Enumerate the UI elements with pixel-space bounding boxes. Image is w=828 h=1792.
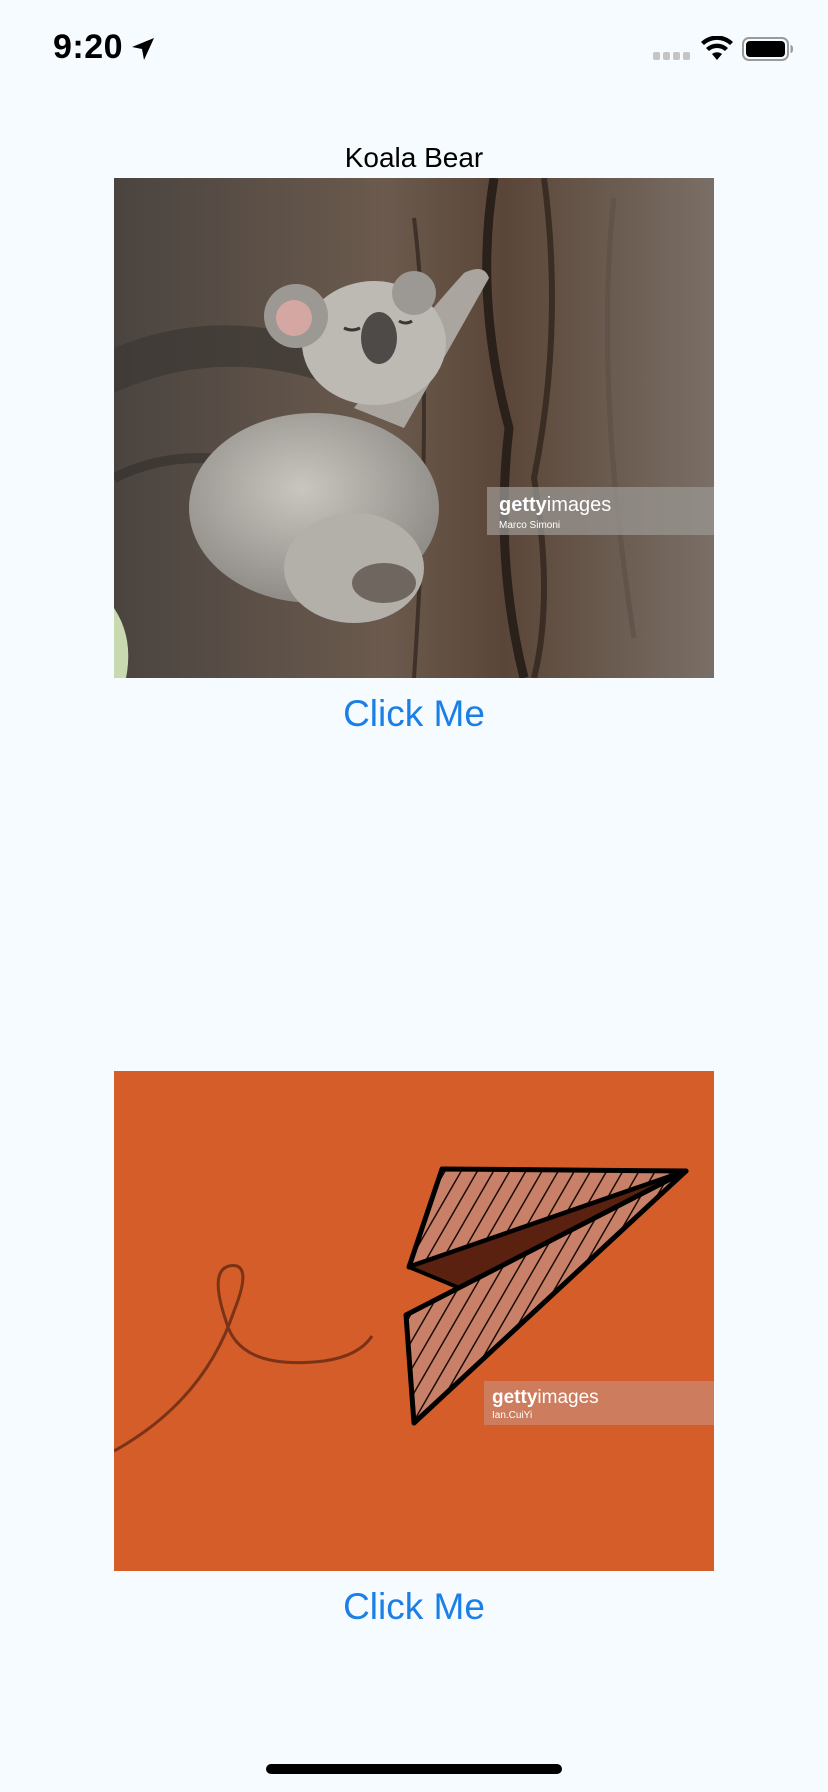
watermark-credit: Marco Simoni — [499, 520, 560, 531]
click-me-button-1[interactable]: Click Me — [0, 693, 828, 735]
watermark-brand-light: images — [537, 1387, 598, 1408]
wifi-icon — [701, 36, 733, 60]
koala-photo: gettyimages Marco Simoni — [114, 178, 714, 678]
click-me-button-2[interactable]: Click Me — [0, 1586, 828, 1628]
watermark-brand-light: images — [547, 494, 611, 516]
status-bar: 9:20 — [0, 0, 828, 100]
watermark-credit: Ian.CuiYi — [492, 1410, 532, 1421]
battery-icon — [742, 37, 793, 61]
koala-caption: Koala Bear — [344, 142, 484, 173]
home-indicator[interactable] — [266, 1764, 562, 1774]
svg-text:gettyimages: gettyimages — [492, 1387, 599, 1408]
watermark-brand: getty — [492, 1387, 538, 1408]
location-arrow-icon — [132, 38, 154, 60]
paper-plane-illustration: gettyimages Ian.CuiYi — [114, 1071, 714, 1571]
svg-text:gettyimages: gettyimages — [499, 494, 611, 516]
watermark-brand: getty — [499, 494, 548, 516]
status-time: 9:20 — [53, 28, 124, 66]
cellular-signal-icon — [653, 52, 690, 60]
